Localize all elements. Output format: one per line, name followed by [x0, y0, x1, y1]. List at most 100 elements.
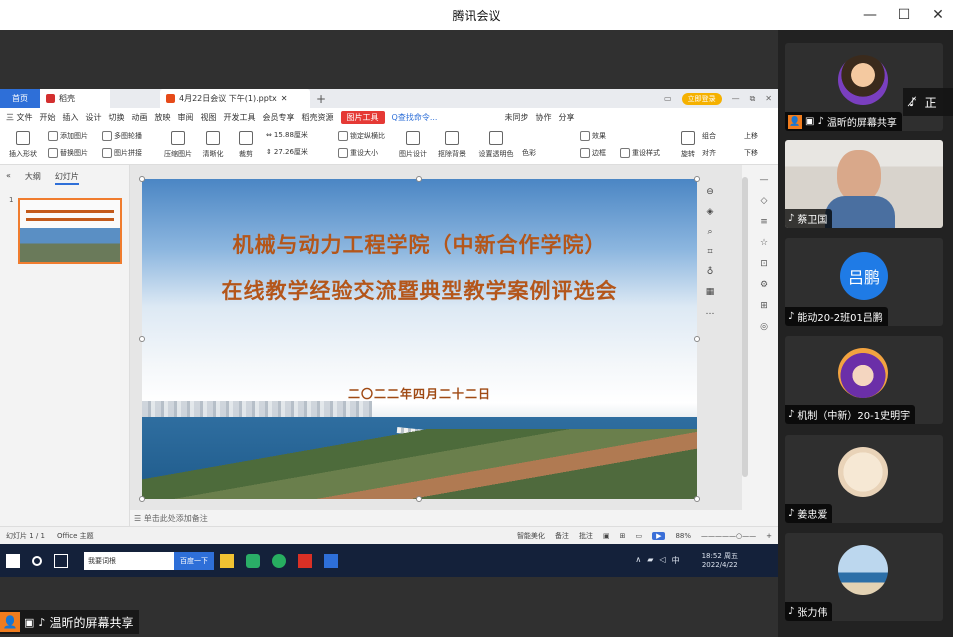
tab-docer[interactable]: 稻壳: [40, 89, 110, 108]
wechat-icon[interactable]: [246, 553, 260, 568]
menu-picture-tools[interactable]: 图片工具: [340, 111, 385, 124]
image-merge-button[interactable]: 图片拼接: [102, 148, 142, 158]
add-image-button[interactable]: 添加图片: [48, 131, 88, 141]
compress-image-button[interactable]: 压缩图片: [160, 131, 196, 159]
sorter-view-icon[interactable]: ⊞: [620, 532, 626, 540]
transition-icon[interactable]: ⊡: [760, 259, 768, 269]
layers-icon[interactable]: ◈: [703, 205, 717, 219]
tab-close-icon[interactable]: ✕: [281, 94, 288, 103]
participant-tile[interactable]: ♪ 张力伟: [785, 533, 943, 621]
task-view-icon[interactable]: [54, 553, 68, 568]
remove-bg-button[interactable]: 抠除背景: [434, 131, 470, 159]
menu-item[interactable]: 设计: [86, 112, 102, 123]
set-transparent-button[interactable]: 设置透明色: [476, 131, 516, 159]
image-design-button[interactable]: 图片设计: [396, 131, 430, 159]
gallery-icon[interactable]: ▦: [703, 285, 717, 299]
align-button[interactable]: 对齐: [702, 148, 716, 158]
resize-handle[interactable]: [694, 336, 700, 342]
play-button[interactable]: ▶: [652, 531, 666, 540]
participant-tile[interactable]: 👤 ▣ ♪ 温昕的屏幕共享: [785, 43, 943, 131]
minimize-button[interactable]: —: [863, 7, 877, 23]
volume-icon[interactable]: ◁: [659, 555, 665, 566]
insert-shape-button[interactable]: 插入形状: [6, 131, 40, 159]
zoom-in-icon[interactable]: +: [766, 532, 772, 540]
browser-icon[interactable]: [272, 553, 286, 568]
tab-document[interactable]: 4月22日会议 下午(1).pptx ✕: [160, 89, 310, 108]
grid-icon[interactable]: ⊞: [760, 301, 768, 311]
new-tab-button[interactable]: +: [316, 92, 326, 106]
ime-indicator[interactable]: 中: [672, 555, 680, 566]
resize-handle[interactable]: [416, 176, 422, 182]
file-explorer-icon[interactable]: [220, 553, 234, 568]
close-button[interactable]: ✕: [931, 7, 945, 23]
zoom-icon[interactable]: ⌕: [703, 225, 717, 239]
move-down-button[interactable]: 下移: [744, 148, 758, 158]
menu-item[interactable]: 三 文件: [6, 112, 33, 123]
animation-icon[interactable]: ☆: [760, 238, 768, 248]
menu-item[interactable]: 开始: [40, 112, 56, 123]
notes-button[interactable]: 备注: [555, 531, 569, 541]
more-icon[interactable]: …: [703, 305, 717, 319]
help-icon[interactable]: ◎: [760, 322, 768, 332]
network-icon[interactable]: ▰: [647, 555, 653, 566]
menu-sync[interactable]: 未同步: [504, 112, 528, 123]
minus-circle-icon[interactable]: ⊖: [703, 185, 717, 199]
menu-share[interactable]: 分享: [558, 112, 574, 123]
vertical-scrollbar[interactable]: [742, 177, 748, 477]
tencent-meeting-icon[interactable]: [324, 553, 338, 568]
tab-outline[interactable]: 大纲: [25, 171, 41, 185]
menu-item[interactable]: 视图: [201, 112, 217, 123]
lock-ratio-checkbox[interactable]: 锁定纵横比: [338, 131, 385, 141]
slide[interactable]: 机械与动力工程学院（中新合作学院） 在线教学经验交流暨典型教学案例评选会 二〇二…: [142, 179, 697, 499]
resize-handle[interactable]: [694, 496, 700, 502]
menu-item[interactable]: 稻壳资源: [302, 112, 334, 123]
width-field[interactable]: ⇔ 15.88厘米: [266, 130, 308, 140]
rotate-button[interactable]: 旋转: [676, 131, 700, 159]
menu-item[interactable]: 审阅: [178, 112, 194, 123]
resize-handle[interactable]: [694, 176, 700, 182]
resize-handle[interactable]: [416, 496, 422, 502]
reset-style-button[interactable]: 重设样式: [620, 148, 660, 158]
notes-area[interactable]: ☰ 单击此处添加备注: [130, 510, 742, 526]
slider-icon[interactable]: ≡: [760, 217, 768, 227]
maximize-button[interactable]: ☐: [897, 7, 911, 23]
normal-view-icon[interactable]: ▣: [603, 532, 610, 540]
tab-slides[interactable]: 幻灯片: [54, 171, 79, 185]
replace-image-button[interactable]: 替换图片: [48, 148, 88, 158]
crop-button[interactable]: 裁剪: [234, 131, 258, 159]
height-field[interactable]: ⇕ 27.26厘米: [266, 147, 308, 157]
effects-button[interactable]: 效果: [580, 131, 606, 141]
wps-close-icon[interactable]: ✕: [765, 94, 772, 103]
zoom-level[interactable]: 88%: [675, 532, 691, 540]
smart-beautify-button[interactable]: 智能美化: [517, 531, 545, 541]
menu-search[interactable]: Q查找命令...: [392, 112, 438, 123]
menu-item[interactable]: 放映: [155, 112, 171, 123]
baidu-search-button[interactable]: 百度一下: [174, 551, 214, 570]
windows-start-icon[interactable]: [6, 553, 20, 568]
group-button[interactable]: 组合: [702, 131, 716, 141]
wps-restore-icon[interactable]: ⧉: [750, 94, 756, 104]
taskbar-clock[interactable]: 18:52 周五 2022/4/22: [702, 552, 738, 570]
participant-tile[interactable]: ♪ 蔡卫国: [785, 140, 943, 228]
taskbar-search-input[interactable]: 我要词根: [84, 551, 174, 570]
style-icon[interactable]: ◇: [761, 196, 768, 206]
tab-home[interactable]: 首页: [0, 89, 40, 108]
participant-tile[interactable]: 吕鹏 ♪ 能动20-2班01吕鹏: [785, 238, 943, 326]
menu-item[interactable]: 会员专享: [263, 112, 295, 123]
sharpen-button[interactable]: 清晰化: [198, 131, 228, 159]
comments-button[interactable]: 批注: [579, 531, 593, 541]
settings-icon[interactable]: ⚙: [760, 280, 768, 290]
cortana-icon[interactable]: [32, 555, 42, 566]
resize-handle[interactable]: [139, 176, 145, 182]
login-button[interactable]: 立即登录: [681, 92, 722, 105]
resize-handle[interactable]: [139, 496, 145, 502]
color-button[interactable]: 色彩: [522, 148, 536, 158]
participant-tile[interactable]: ♪ 机制（中新）20-1史明宇: [785, 336, 943, 424]
resize-handle[interactable]: [139, 336, 145, 342]
tray-arrow-icon[interactable]: ∧: [635, 555, 641, 566]
menu-item[interactable]: 插入: [63, 112, 79, 123]
reset-size-button[interactable]: 重设大小: [338, 148, 378, 158]
menu-item[interactable]: 动画: [132, 112, 148, 123]
crop-icon[interactable]: ⌗: [703, 245, 717, 259]
collapse-icon[interactable]: —: [760, 175, 769, 185]
